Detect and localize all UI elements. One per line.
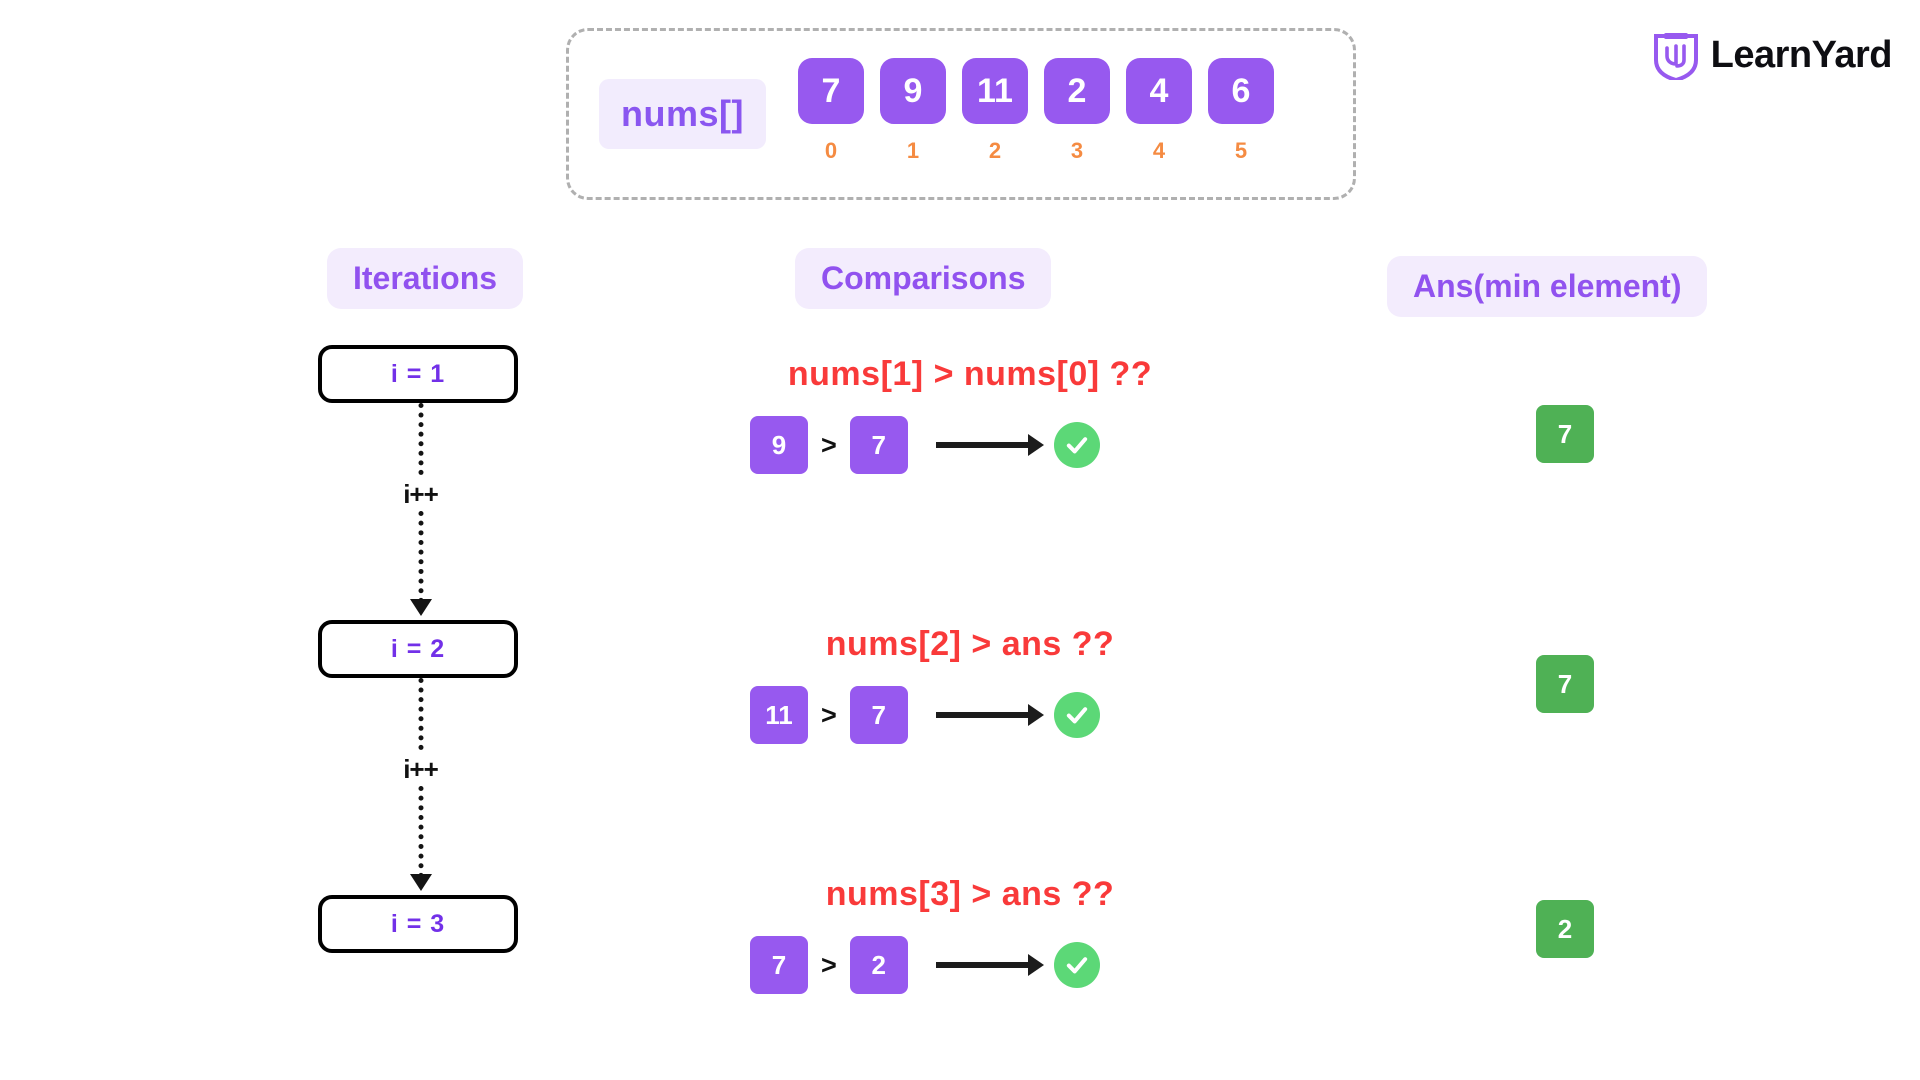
arrow-right-icon [935, 712, 1032, 718]
check-icon [1053, 422, 1100, 468]
comparison-row: nums[3] > ans ?? 7 > 2 [690, 875, 1250, 994]
comparison-left-value: 9 [750, 416, 808, 474]
shield-ly-monogram-icon [1653, 33, 1698, 80]
learnyard-logo: LearnYard [1653, 30, 1893, 80]
column-header-comparisons: Comparisons [795, 248, 1052, 309]
comparison-body: 11 > 7 [690, 686, 1250, 744]
array-cell-index: 3 [1070, 138, 1084, 163]
array-cell-index: 1 [906, 138, 920, 163]
arrow-down-icon [409, 599, 432, 616]
array-cell-value: 2 [1044, 58, 1110, 124]
column-header-ans: Ans(min element) [1387, 256, 1708, 317]
increment-label: i++ [397, 754, 444, 785]
dotted-line-segment [418, 786, 423, 878]
dotted-line-segment [418, 511, 423, 603]
arrow-right-icon [935, 442, 1032, 448]
comparison-question: nums[2] > ans ?? [825, 625, 1115, 663]
array-name-label: nums[] [599, 79, 766, 149]
array-cells: 7 0 9 1 11 2 2 3 4 4 6 5 [798, 58, 1274, 164]
array-cell-value: 4 [1126, 58, 1192, 124]
dotted-line-segment [418, 403, 423, 475]
iteration-box-2: i = 2 [318, 620, 518, 678]
comparison-row: nums[2] > ans ?? 11 > 7 [690, 625, 1250, 744]
array-cell-3: 2 3 [1044, 58, 1110, 164]
array-cell-5: 6 5 [1208, 58, 1274, 164]
check-glyph [1066, 437, 1087, 454]
array-cell-index: 0 [824, 138, 838, 163]
iterations-column: i = 1 i++ i = 2 i++ i = 3 [318, 345, 523, 953]
column-header-iterations: Iterations [327, 248, 524, 309]
array-cell-index: 4 [1152, 138, 1166, 163]
iteration-transition-1: i++ [318, 403, 523, 620]
diagram-canvas: LearnYard nums[] 7 0 9 1 11 2 2 3 4 4 6 … [0, 0, 1920, 1080]
array-cell-4: 4 4 [1126, 58, 1192, 164]
ans-value-box: 2 [1536, 900, 1594, 958]
dotted-line-segment [418, 678, 423, 750]
array-cell-value: 11 [962, 58, 1028, 124]
array-cell-index: 5 [1234, 138, 1248, 163]
arrow-down-icon [409, 874, 432, 891]
comparison-right-value: 7 [849, 416, 908, 474]
comparison-operator: > [821, 949, 837, 980]
comparison-body: 9 > 7 [690, 416, 1250, 474]
iteration-box-3: i = 3 [318, 895, 518, 953]
comparison-body: 7 > 2 [690, 936, 1250, 994]
comparison-row: nums[1] > nums[0] ?? 9 > 7 [690, 355, 1250, 474]
iteration-transition-2: i++ [318, 678, 523, 895]
comparison-right-value: 2 [849, 936, 908, 994]
comparison-question: nums[1] > nums[0] ?? [787, 355, 1153, 393]
comparison-right-value: 7 [849, 686, 908, 744]
array-cell-value: 6 [1208, 58, 1274, 124]
comparison-operator: > [821, 429, 837, 460]
check-glyph [1066, 707, 1087, 724]
comparison-question: nums[3] > ans ?? [825, 875, 1115, 913]
ans-value-box: 7 [1536, 655, 1594, 713]
array-cell-index: 2 [988, 138, 1002, 163]
array-cell-2: 11 2 [962, 58, 1028, 164]
check-icon [1053, 692, 1100, 738]
check-icon [1053, 942, 1100, 988]
array-cell-value: 7 [798, 58, 864, 124]
array-cell-value: 9 [880, 58, 946, 124]
array-cell-0: 7 0 [798, 58, 864, 164]
iteration-box-1: i = 1 [318, 345, 518, 403]
comparison-left-value: 7 [750, 936, 808, 994]
array-cell-1: 9 1 [880, 58, 946, 164]
arrow-right-icon [935, 962, 1032, 968]
comparison-left-value: 11 [750, 686, 808, 744]
array-panel: nums[] 7 0 9 1 11 2 2 3 4 4 6 5 [566, 28, 1356, 200]
ans-value-box: 7 [1536, 405, 1594, 463]
logo-wordmark: LearnYard [1710, 34, 1893, 76]
increment-label: i++ [397, 479, 444, 510]
check-glyph [1066, 957, 1087, 974]
comparison-operator: > [821, 699, 837, 730]
